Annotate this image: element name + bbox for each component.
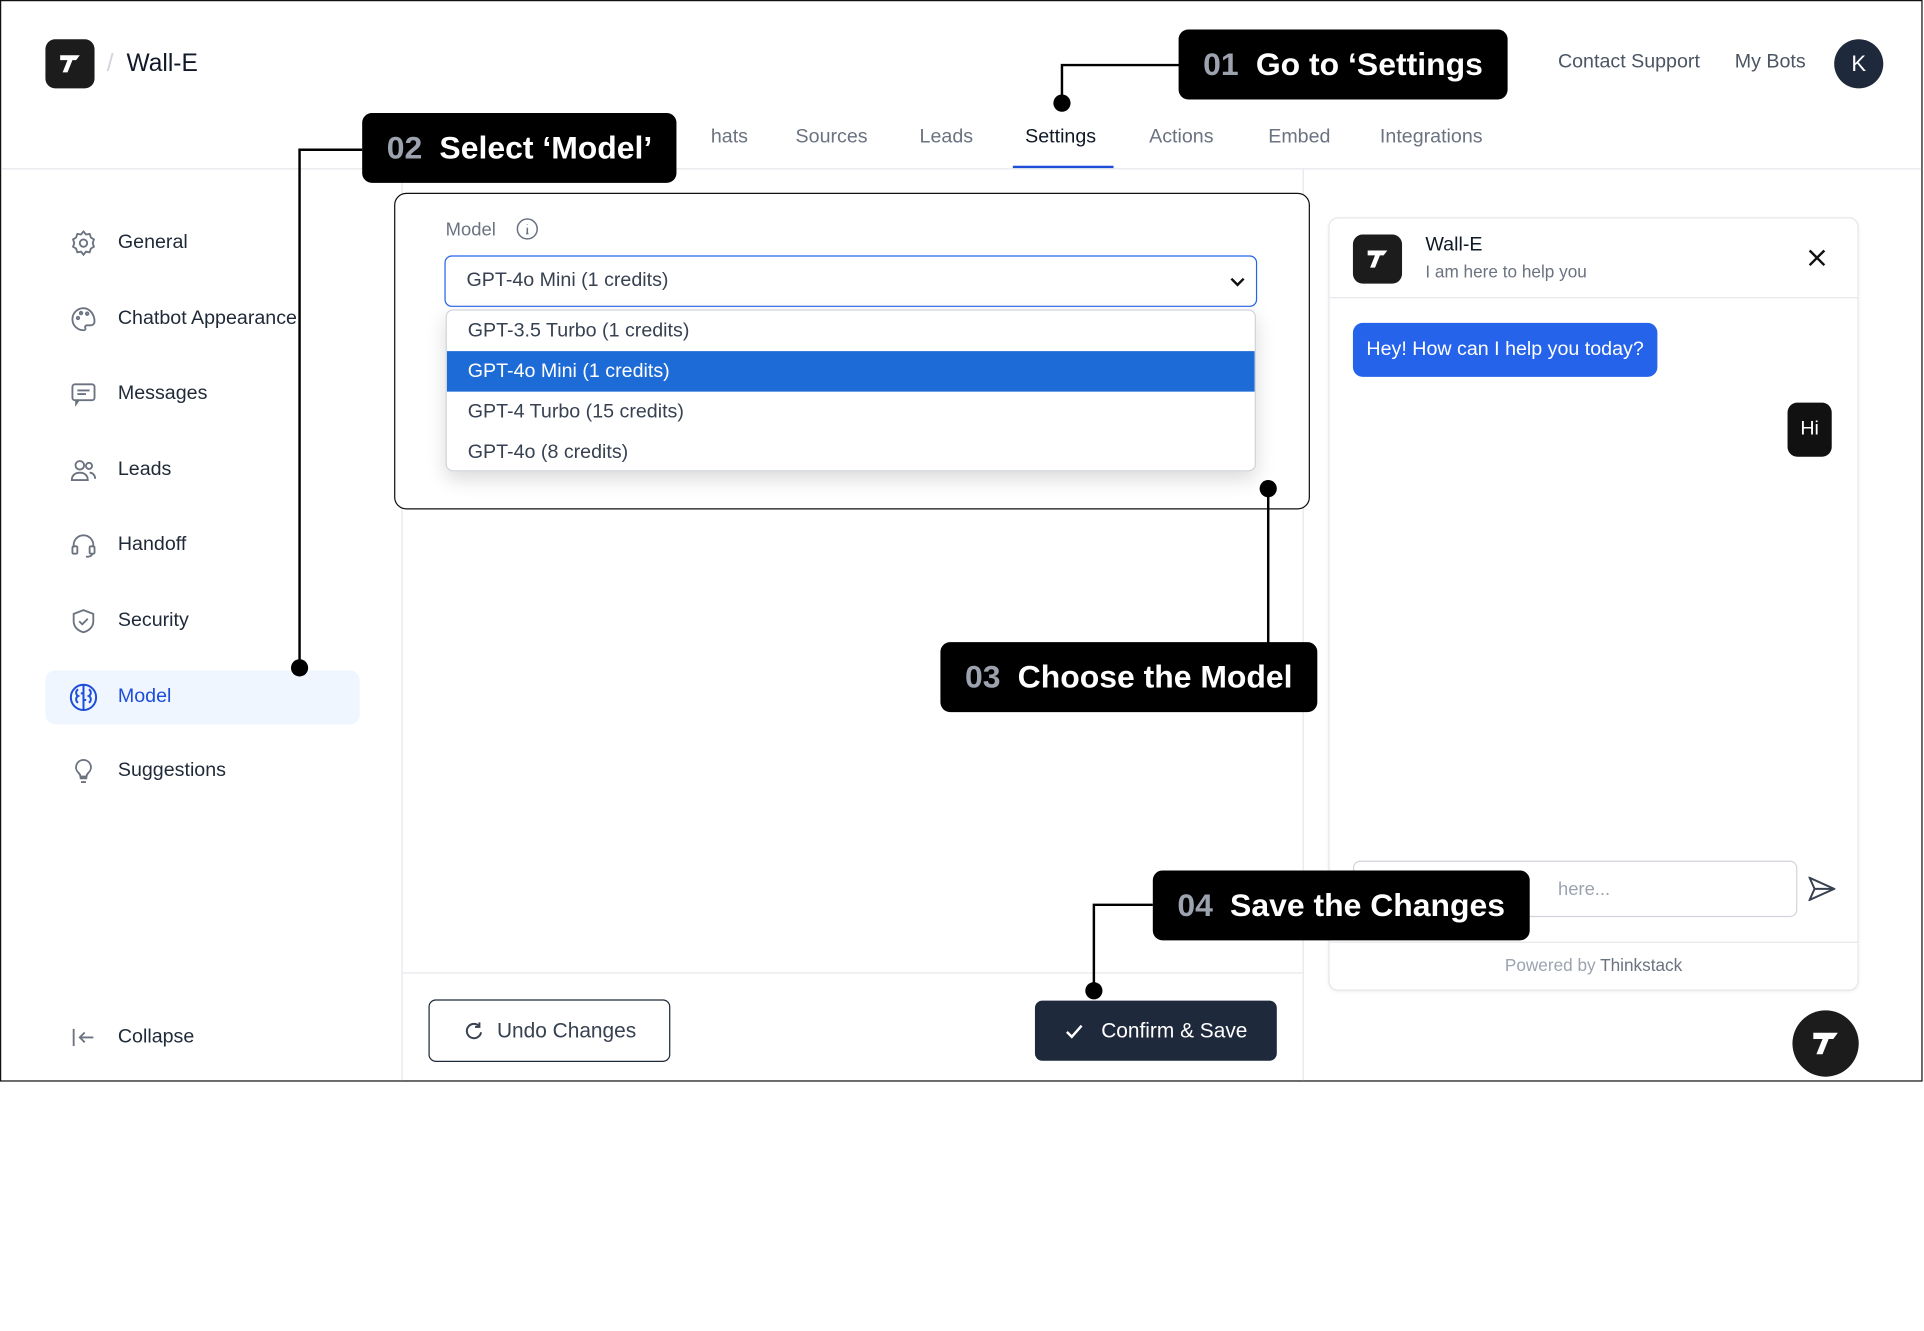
callout-text: Select ‘Model’ [439,128,653,166]
callout-number: 03 [964,658,1001,695]
callout-dot-save [1085,982,1103,1000]
callout-dot-choose [1259,480,1277,498]
callout-connectors [298,63,1270,991]
callout-select-model: 02 Select ‘Model’ [362,112,677,183]
callout-go-to-settings: 01 Go to ‘Settings [1178,29,1508,100]
app-window: / Wall-E Contact Support My Bots K hats … [0,0,1923,1082]
callout-save-changes: 04 Save the Changes [1152,870,1530,941]
callout-dot-model [290,659,309,677]
callout-dot-settings [1053,94,1071,112]
callout-number: 02 [386,128,423,166]
callout-choose-model: 03 Choose the Model [940,642,1318,713]
callout-text: Save the Changes [1230,886,1506,924]
callout-number: 04 [1177,886,1213,924]
callout-text: Choose the Model [1017,658,1293,695]
callout-text: Go to ‘Settings [1255,45,1483,83]
callout-number: 01 [1203,45,1239,83]
